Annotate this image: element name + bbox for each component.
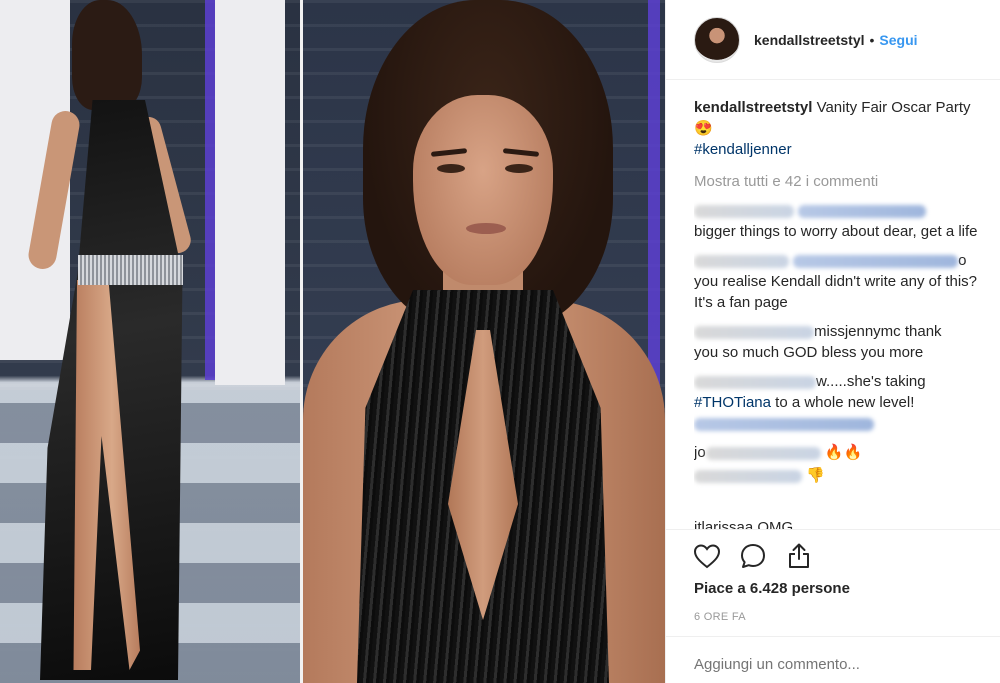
comment-text: OMG <box>757 519 794 529</box>
comment-button[interactable] <box>738 541 768 571</box>
header-username[interactable]: kendallstreetstyl <box>754 32 865 48</box>
comment-emoji: 👎 <box>806 467 825 484</box>
blurred-username <box>694 254 789 268</box>
like-button[interactable] <box>692 541 722 571</box>
comments-list[interactable]: kendallstreetstyl Vanity Fair Oscar Part… <box>694 97 1000 529</box>
post-timestamp: 6 ORE FA <box>694 611 746 623</box>
comment-item: w.....she's taking #THOTiana to a whole … <box>694 371 1000 434</box>
avatar[interactable] <box>694 16 740 63</box>
caption-hashtag[interactable]: #kendalljenner <box>694 141 792 158</box>
blurred-username <box>705 446 821 460</box>
comment-username[interactable]: itlarissaa <box>694 519 753 529</box>
divider <box>666 529 1000 530</box>
blurred-mention <box>798 204 927 218</box>
view-all-comments-link[interactable]: Mostra tutti e 42 i commenti <box>694 171 1000 192</box>
post-sidebar: kendallstreetstyl • Segui kendallstreets… <box>665 0 1000 683</box>
comment-prefix: jo <box>694 444 706 461</box>
comment-text: you so much GOD bless you more <box>694 344 924 361</box>
blurred-username <box>694 375 816 389</box>
comment-text: you realise Kendall didn't write any of … <box>694 273 978 311</box>
comment-emoji: 🔥🔥 <box>824 444 863 461</box>
comment-item: jo 🔥🔥 <box>694 442 1000 463</box>
comment-item-partial: itlarissaa OMG <box>694 517 994 529</box>
likes-count[interactable]: Piace a 6.428 persone <box>694 580 850 597</box>
comment-item: bigger things to worry about dear, get a… <box>694 200 1000 242</box>
caption-emoji: 😍 <box>694 120 713 137</box>
comment-text: to a whole new level! <box>770 394 915 411</box>
comment-text: bigger things to worry about dear, get a… <box>694 223 978 240</box>
comment-hashtag[interactable]: #THOTiana <box>694 394 771 411</box>
post-header: kendallstreetstyl • Segui <box>666 0 1000 80</box>
blurred-mention <box>793 254 959 268</box>
comment-inline-text: w.....she's taking <box>816 373 926 390</box>
blurred-username <box>694 325 814 339</box>
comment-inline-text: missjennymc thank <box>814 323 942 340</box>
comment-item: o you realise Kendall didn't write any o… <box>694 250 1000 313</box>
blurred-username <box>694 469 802 483</box>
share-icon <box>789 543 809 568</box>
photo-right-panel <box>303 0 665 683</box>
blurred-username <box>694 204 794 218</box>
post-photo[interactable] <box>0 0 665 683</box>
caption: kendallstreetstyl Vanity Fair Oscar Part… <box>694 97 1000 160</box>
action-bar <box>692 540 814 572</box>
photo-left-panel <box>0 0 300 683</box>
blurred-hashtags <box>694 417 874 431</box>
caption-username[interactable]: kendallstreetstyl <box>694 99 812 116</box>
comment-suffix: o <box>958 252 967 269</box>
comment-icon <box>741 544 765 568</box>
comment-item: missjennymc thank you so much GOD bless … <box>694 321 1000 363</box>
heart-icon <box>693 544 721 569</box>
share-button[interactable] <box>784 541 814 571</box>
comment-item: 👎 <box>694 465 1000 486</box>
follow-separator: • <box>869 31 875 48</box>
add-comment-input[interactable] <box>694 656 984 673</box>
divider <box>666 636 1000 637</box>
caption-text: Vanity Fair Oscar Party <box>816 99 971 116</box>
follow-button[interactable]: Segui <box>879 32 917 48</box>
